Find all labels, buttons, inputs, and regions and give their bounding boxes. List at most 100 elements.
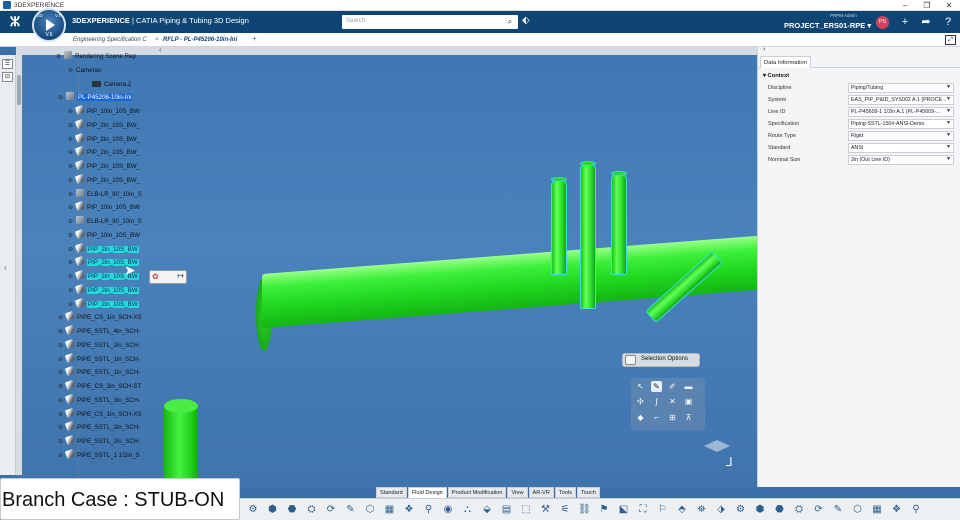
close-button[interactable]: ✕ (938, 0, 960, 11)
tree-node[interactable]: ⊕ PIPE_SSTL_3in_SCH- (58, 393, 140, 407)
property-value-field[interactable]: ANSI (848, 143, 954, 153)
tool-icon[interactable]: ⬢ (753, 503, 767, 517)
tree-node[interactable]: ⊕ PIP_2in_10S_BW_ (68, 173, 140, 187)
tree-node[interactable]: ⊕ PIP_2in_10S_BW_ (68, 118, 140, 132)
action-tab[interactable]: Fluid Design (407, 487, 447, 498)
tree-node[interactable]: ⊕ PIPE_SSTL_2in_SCH- (58, 421, 140, 434)
3d-viewport[interactable]: ‹ ⊕ Rendering Scene Rep ⊕ Cameras Camera.2 ⊕ P… (16, 47, 757, 487)
selection-options-header[interactable]: Selection Options (623, 354, 699, 366)
tool-icon[interactable]: ⚐ (656, 503, 670, 517)
expand-icon[interactable]: ⊕ (68, 65, 76, 77)
tree-node[interactable]: ⊕ PIPE_SSTL_2in_SCH- (58, 338, 140, 352)
line-select-icon[interactable]: ▬ (683, 381, 694, 392)
tool-icon[interactable]: ✎ (344, 503, 358, 517)
free-select-icon[interactable]: ∫ (651, 396, 662, 407)
context-section-header[interactable]: ▾ Context (763, 73, 789, 79)
chevron-left-icon[interactable]: ‹ (159, 47, 161, 54)
chevron-down-icon[interactable]: ▼ (946, 156, 951, 162)
tree-node[interactable]: ⊕ PIP_10in_10S_BW (68, 228, 140, 242)
tool-icon[interactable]: ⚒ (539, 503, 553, 517)
tool-icon[interactable]: ⛯ (695, 503, 709, 517)
expand-icon[interactable]: ⊕ (68, 189, 76, 201)
tool-icon[interactable]: ⛭ (792, 503, 806, 517)
tree-node[interactable]: ⊕ PIPE_CS_1in_SCH-XS (58, 407, 142, 421)
compass-icon[interactable]: 3D V.R V.6 (32, 8, 66, 42)
tree-node[interactable]: ⊕ PIP_2in_10S_BW (68, 242, 139, 256)
tool-icon[interactable]: ⬣ (285, 503, 299, 517)
search-field[interactable]: Search ⌕ (342, 15, 518, 29)
tool-icon[interactable]: ◉ (441, 503, 455, 517)
tool-icon[interactable]: ⬚ (519, 503, 533, 517)
tree-node[interactable]: ⊕ PIPE_CS_1in_SCH-XS (58, 311, 142, 324)
tool-icon[interactable]: ⚙ (734, 503, 748, 517)
robot-compass-icon[interactable] (704, 440, 730, 452)
tree-scrollbar[interactable] (16, 55, 22, 475)
tool-icon[interactable]: ⟳ (324, 503, 338, 517)
tool-icon[interactable]: ⚲ (909, 503, 923, 517)
tree-node[interactable]: ⊕ PIP_2in_10S_BW_ (68, 146, 140, 159)
chevron-down-icon[interactable]: ▼ (946, 144, 951, 150)
tree-node[interactable]: ⊕ ELB-LR_90_10in_S (68, 188, 142, 201)
tool-icon[interactable]: ⟳ (812, 503, 826, 517)
chevron-down-icon[interactable]: ▼ (946, 132, 951, 138)
tree-node[interactable]: ⊕ PIPE_SSTL_1in_SCH- (58, 352, 140, 366)
share-icon[interactable]: ➦ (919, 15, 933, 29)
tool-icon[interactable]: ❖ (402, 503, 416, 517)
tree-node[interactable]: ⊕ PIP_10in_10S_BW (68, 104, 140, 118)
tab-engineering-spec[interactable]: Engineering Specification C (70, 35, 150, 47)
tree-node[interactable]: ⊕ PIP_2in_10S_BW_ (68, 159, 140, 173)
tree-node[interactable]: ⊕ PIPE_CS_2in_SCH-ST (58, 379, 141, 393)
tree-node[interactable]: ⊕ PIP_2in_10S_BW (68, 283, 139, 297)
chevron-down-icon[interactable]: ▼ (946, 84, 951, 90)
tree-node[interactable]: ⊕ PIP_10in_10S_BW (68, 201, 140, 214)
action-tab[interactable]: Tools (554, 487, 576, 498)
tool-icon[interactable]: ⬙ (480, 503, 494, 517)
action-tab[interactable]: Standard (376, 487, 407, 498)
chevron-down-icon[interactable]: ▼ (946, 108, 951, 114)
tree-node[interactable]: ⊕ PIP_2in_10S_BW_ (68, 132, 140, 146)
expand-icon[interactable]: ⊕ (58, 92, 66, 104)
tree-node[interactable]: ⊕ PIPE_SSTL_1 1/2in_S (58, 448, 140, 462)
maximize-button[interactable]: ❐ (916, 0, 938, 11)
tool-icon[interactable]: ⬡ (851, 503, 865, 517)
tool-icon[interactable]: ⬣ (773, 503, 787, 517)
tool-icon[interactable]: ▦ (383, 503, 397, 517)
tool-icon[interactable]: ▦ (870, 503, 884, 517)
branch-stub-3[interactable] (611, 173, 627, 275)
tree-node[interactable]: ⊕ PL-P45206-10in-Ini (58, 92, 133, 104)
property-value-field[interactable]: Rigid (848, 131, 954, 141)
tree-node[interactable]: ⊕ Cameras (68, 65, 101, 77)
expand-icon[interactable]: ⊕ (56, 51, 64, 63)
tree-node[interactable]: ⊕ PIPE_SSTL_2in_SCH- (58, 434, 140, 448)
trap-select-icon[interactable]: ✎ (651, 381, 662, 392)
select-arrow-icon[interactable]: ↖ (635, 381, 646, 392)
tree-node[interactable]: ⊕ PIP_2in_10S_BW (68, 297, 139, 311)
chevron-down-icon[interactable]: ▼ (946, 96, 951, 102)
tree-node[interactable]: ⊕ PIPE_SSTL_1in_SCH- (58, 366, 140, 379)
chevron-down-icon[interactable]: ▼ (946, 120, 951, 126)
vertical-pipe[interactable] (164, 405, 198, 485)
action-tab[interactable]: Product Modification (447, 487, 507, 498)
add-icon[interactable]: + (898, 15, 912, 29)
avatar[interactable]: PS (876, 16, 889, 29)
tool-icon[interactable]: ⛬ (461, 503, 475, 517)
tool-icon[interactable]: ✎ (831, 503, 845, 517)
ds-logo-icon[interactable]: ⵣ (6, 13, 24, 31)
search-icon[interactable]: ⌕ (505, 17, 515, 27)
scroll-thumb[interactable] (17, 75, 21, 105)
action-tab[interactable]: AR-VR (528, 487, 554, 498)
action-tab[interactable]: Touch (576, 487, 600, 498)
intersect-select-icon[interactable]: ✕ (667, 396, 678, 407)
tool-icon[interactable]: ⬕ (617, 503, 631, 517)
new-tab-icon[interactable]: + (252, 34, 257, 43)
tool-icon[interactable]: ▤ (500, 503, 514, 517)
tool-icon[interactable]: ⬘ (675, 503, 689, 517)
tree-toggle-icon[interactable]: ☰ (2, 59, 13, 69)
tab-rflp[interactable]: RFLP - PL-P45206-10in-Ini (160, 35, 240, 47)
tool-icon[interactable]: ⬢ (266, 503, 280, 517)
tree-node[interactable]: ⊕ PIPE_SSTL_4in_SCH- (58, 324, 140, 338)
tree-node[interactable]: Camera.2 (84, 79, 131, 91)
property-value-field[interactable]: PL-P45609-1 1/2in A.1 (PL-P45609-... (848, 107, 954, 117)
branch-stub-2[interactable] (580, 163, 596, 309)
fullscreen-icon[interactable]: ⤢ (945, 35, 956, 45)
